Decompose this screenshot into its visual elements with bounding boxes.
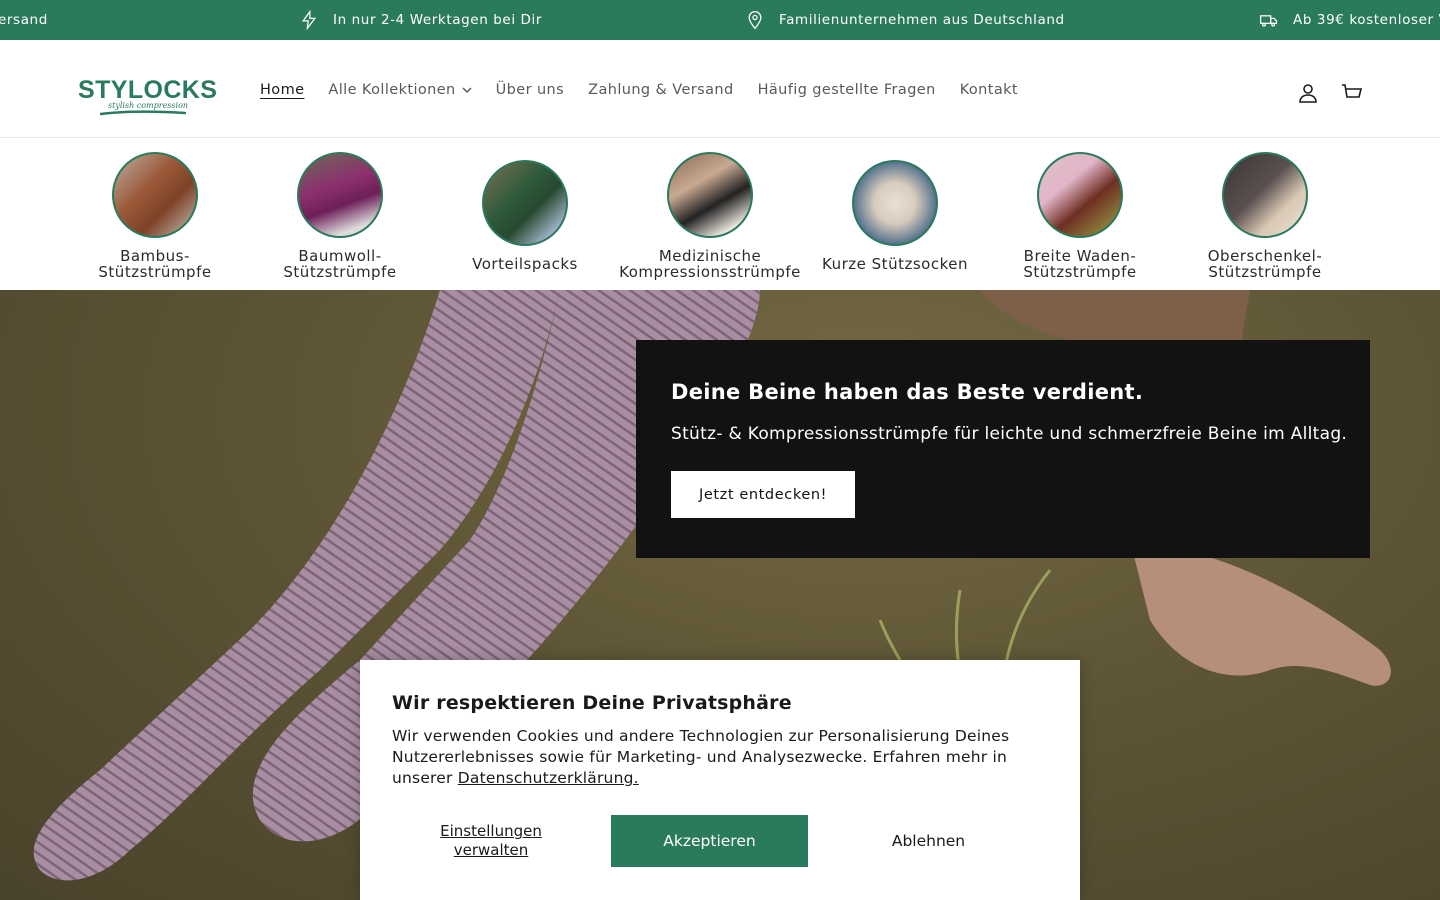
cookie-body: Wir verwenden Cookies und andere Technol… — [392, 726, 1032, 789]
announcement-text: Familienunternehmen aus Deutschland — [779, 12, 1065, 28]
category-image — [112, 152, 198, 238]
announcement-item-shipping-left: ersand — [0, 0, 48, 40]
category-wide-calf[interactable]: Breite Waden- Stützstrümpfe — [987, 138, 1173, 280]
discover-button[interactable]: Jetzt entdecken! — [671, 471, 855, 518]
logo[interactable]: STYLOCKS stylish compression — [78, 77, 218, 119]
chevron-down-icon — [462, 87, 472, 94]
category-image — [1037, 152, 1123, 238]
decline-button[interactable]: Ablehnen — [830, 815, 1027, 867]
hero-text-box: Deine Beine haben das Beste verdient. St… — [636, 340, 1370, 558]
accept-button[interactable]: Akzeptieren — [611, 815, 808, 867]
announcement-item-family: Familienunternehmen aus Deutschland — [745, 0, 1065, 40]
cookie-title: Wir respektieren Deine Privatsphäre — [392, 692, 792, 714]
manage-settings-button[interactable]: Einstellungen verwalten — [392, 815, 590, 867]
category-image — [297, 152, 383, 238]
category-image — [1222, 152, 1308, 238]
category-medical[interactable]: Medizinische Kompressionsstrümpfe — [617, 138, 803, 280]
category-image — [667, 152, 753, 238]
lightning-icon — [301, 10, 317, 30]
category-label: Breite Waden- Stützstrümpfe — [1023, 247, 1137, 281]
category-strip: Bambus- Stützstrümpfe Baumwoll- Stützstr… — [0, 138, 1440, 290]
category-bamboo[interactable]: Bambus- Stützstrümpfe — [62, 138, 248, 280]
category-image — [482, 160, 568, 246]
privacy-policy-link[interactable]: Datenschutzerklärung. — [458, 769, 639, 787]
announcement-text: ersand — [0, 12, 48, 28]
nav-about[interactable]: Über uns — [496, 82, 564, 98]
cart-icon[interactable] — [1340, 81, 1364, 105]
map-pin-icon — [748, 11, 762, 30]
category-label: Baumwoll- Stützstrümpfe — [283, 247, 397, 281]
logo-text: STYLOCKS — [78, 76, 218, 104]
cookie-consent-dialog: Wir respektieren Deine Privatsphäre Wir … — [360, 660, 1080, 900]
logo-swoosh-icon — [100, 110, 186, 116]
announcement-item-free-shipping: Ab 39€ kostenloser V — [1259, 0, 1440, 40]
nav-label: Alle Kollektionen — [328, 82, 456, 98]
nav-payment-shipping[interactable]: Zahlung & Versand — [588, 82, 733, 98]
truck-icon — [1260, 15, 1278, 27]
nav-contact[interactable]: Kontakt — [960, 82, 1018, 98]
logo-tagline: stylish compression — [108, 101, 189, 110]
account-icon[interactable] — [1296, 81, 1320, 105]
category-image — [852, 160, 938, 246]
category-cotton[interactable]: Baumwoll- Stützstrümpfe — [247, 138, 433, 280]
hero-subtitle: Stütz- & Kompressionsstrümpfe für leicht… — [671, 424, 1348, 444]
category-label: Oberschenkel- Stützstrümpfe — [1207, 247, 1323, 281]
site-header: STYLOCKS stylish compression Home Alle K… — [0, 40, 1440, 138]
category-value-packs[interactable]: Vorteilspacks — [432, 138, 618, 272]
category-short-socks[interactable]: Kurze Stützsocken — [802, 138, 988, 272]
nav-all-collections[interactable]: Alle Kollektionen — [328, 82, 472, 98]
category-label: Medizinische Kompressionsstrümpfe — [619, 247, 801, 281]
announcement-text: In nur 2-4 Werktagen bei Dir — [333, 12, 543, 28]
hero-title: Deine Beine haben das Beste verdient. — [671, 380, 1144, 404]
category-thigh[interactable]: Oberschenkel- Stützstrümpfe — [1172, 138, 1358, 280]
category-label: Kurze Stützsocken — [822, 255, 968, 273]
main-nav: Home Alle Kollektionen Über uns Zahlung … — [260, 82, 1042, 98]
category-label: Bambus- Stützstrümpfe — [98, 247, 212, 281]
announcement-bar: ersand In nur 2-4 Werktagen bei Dir Fami… — [0, 0, 1440, 40]
nav-home[interactable]: Home — [260, 82, 304, 98]
nav-faq[interactable]: Häufig gestellte Fragen — [758, 82, 936, 98]
announcement-text: Ab 39€ kostenloser V — [1293, 12, 1440, 28]
category-label: Vorteilspacks — [472, 255, 578, 273]
announcement-item-delivery: In nur 2-4 Werktagen bei Dir — [299, 0, 542, 40]
